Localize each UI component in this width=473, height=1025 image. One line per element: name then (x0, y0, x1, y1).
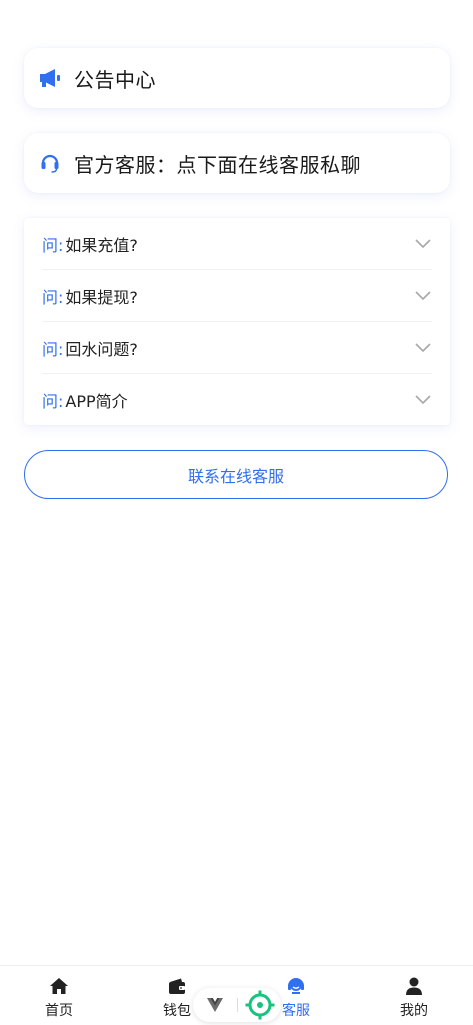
vue-logo-icon[interactable] (193, 988, 237, 1022)
faq-list: 问: 如果充值? 问: 如果提现? 问: 回水问题? 问: APP简介 (24, 218, 450, 425)
user-icon (403, 976, 425, 996)
faq-item-recharge[interactable]: 问: 如果充值? (42, 218, 432, 270)
notice-center-card[interactable]: 公告中心 (24, 48, 450, 108)
customer-service-icon (285, 976, 307, 996)
chevron-down-icon[interactable] (414, 339, 432, 357)
tab-label: 首页 (45, 1003, 73, 1019)
tab-label: 我的 (400, 1003, 428, 1019)
faq-question: 如果充值? (65, 235, 138, 255)
tab-label: 钱包 (163, 1003, 191, 1019)
official-service-title: 官方客服：点下面在线客服私聊 (74, 152, 361, 177)
chevron-down-icon[interactable] (414, 287, 432, 305)
faq-prefix: 问: (42, 339, 64, 359)
notice-center-title: 公告中心 (74, 67, 156, 92)
faq-item-app-intro[interactable]: 问: APP简介 (42, 374, 432, 425)
official-service-card: 官方客服：点下面在线客服私聊 (24, 133, 450, 193)
contact-online-service-button[interactable]: 联系在线客服 (24, 450, 448, 499)
tab-label: 客服 (282, 1003, 310, 1019)
faq-question: 回水问题? (65, 339, 138, 359)
faq-prefix: 问: (42, 287, 64, 307)
faq-item-rebate[interactable]: 问: 回水问题? (42, 322, 432, 374)
crosshair-target-icon[interactable] (238, 988, 281, 1022)
faq-prefix: 问: (42, 391, 64, 411)
faq-question: APP简介 (65, 391, 128, 411)
headset-icon (38, 151, 62, 175)
chevron-down-icon[interactable] (414, 391, 432, 409)
home-icon (48, 976, 70, 996)
tab-mine[interactable]: 我的 (374, 976, 454, 1020)
chevron-down-icon[interactable] (414, 235, 432, 253)
faq-prefix: 问: (42, 235, 64, 255)
megaphone-icon (38, 66, 62, 90)
faq-item-withdraw[interactable]: 问: 如果提现? (42, 270, 432, 322)
tab-home[interactable]: 首页 (19, 976, 99, 1020)
faq-question: 如果提现? (65, 287, 138, 307)
wallet-icon (166, 976, 188, 996)
floating-tool-pill[interactable] (193, 988, 281, 1022)
